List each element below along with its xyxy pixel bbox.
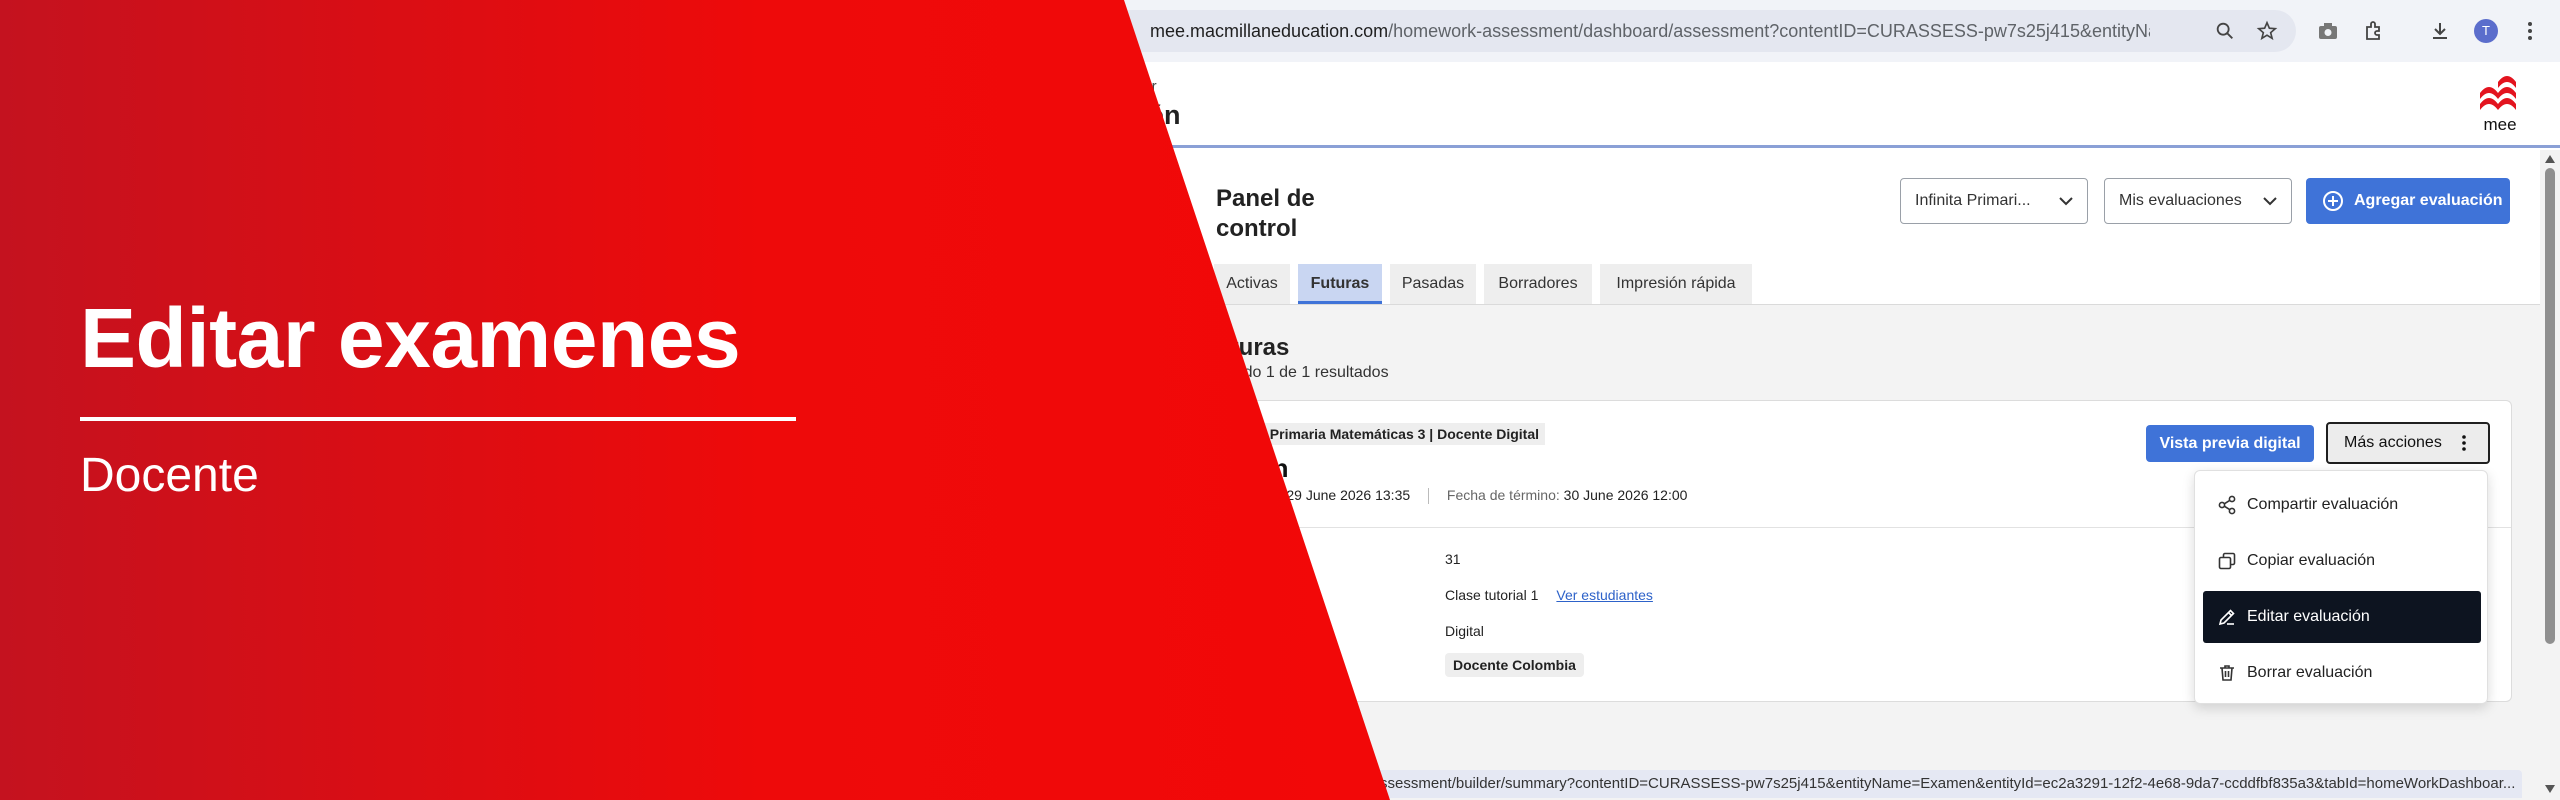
course-select-value: Infinita Primari... <box>1915 192 2031 209</box>
browser-toolbar: mee.macmillaneducation.com/homework-asse… <box>0 0 2560 62</box>
section-title: uturas <box>1216 334 1290 361</box>
page-title: Panel de control <box>1216 185 1315 242</box>
mee-logo-icon[interactable]: mee <box>2476 74 2524 134</box>
extensions-icon[interactable] <box>2362 19 2386 43</box>
detail-mode: Digital <box>1445 623 1484 639</box>
chevron-down-icon <box>2263 197 2277 206</box>
scroll-up-icon[interactable] <box>2544 154 2556 164</box>
course-badge: nita Primaria Matemáticas 3 | Docente Di… <box>1235 423 1546 445</box>
logo-text: mee <box>2483 115 2516 134</box>
menu-item-label: Copiar evaluación <box>2247 552 2376 569</box>
date-divider <box>1428 488 1430 505</box>
menu-item-edit[interactable]: Editar evaluación <box>2203 591 2481 643</box>
filter-select[interactable]: Mis evaluaciones <box>2104 178 2292 224</box>
more-actions-button[interactable]: Más acciones <box>2326 422 2490 464</box>
camera-icon[interactable] <box>2316 19 2340 43</box>
overlay-subtitle: Docente <box>80 449 259 502</box>
address-url[interactable]: mee.macmillaneducation.com/homework-asse… <box>1150 21 2150 42</box>
view-students-link[interactable]: Ver estudiantes <box>1556 587 1653 603</box>
menu-item-label: Borrar evaluación <box>2247 664 2373 681</box>
detail-author: Docente Colombia <box>1445 653 1584 677</box>
digital-preview-button[interactable]: Vista previa digital <box>2146 425 2314 462</box>
address-bar[interactable]: mee.macmillaneducation.com/homework-asse… <box>1110 10 2296 52</box>
status-bar-url: ssessment/builder/summary?contentID=CURA… <box>1290 770 2522 798</box>
class-name: Clase tutorial 1 <box>1445 587 1539 603</box>
start-date-label: e inicio: <box>1235 487 1283 503</box>
app-header: lar ión mee <box>0 62 2560 148</box>
browser-menu-icon[interactable] <box>2518 19 2542 43</box>
tab-activas[interactable]: Activas <box>1214 264 1290 304</box>
overlay-divider <box>80 417 796 421</box>
header-breadcrumb: lar <box>1140 78 1157 95</box>
end-date-label: Fecha de término: <box>1446 487 1560 503</box>
author-chip: Docente Colombia <box>1445 653 1584 677</box>
chevron-down-icon <box>2059 197 2073 206</box>
add-assessment-label: Agregar evaluación <box>2354 192 2503 209</box>
menu-item-copy[interactable]: Copiar evaluación <box>2203 535 2481 587</box>
tab-pasadas[interactable]: Pasadas <box>1390 264 1476 304</box>
menu-item-label: Editar evaluación <box>2247 608 2370 625</box>
overlay-title: Editar examenes <box>80 291 741 385</box>
scroll-down-icon[interactable] <box>2544 784 2556 794</box>
menu-item-delete[interactable]: Borrar evaluación <box>2203 647 2481 699</box>
assessment-dates: e inicio: 29 June 2026 13:35 Fecha de té… <box>1235 487 1688 505</box>
start-date-value: 29 June 2026 13:35 <box>1286 487 1411 503</box>
assessment-title: men <box>1235 453 1289 483</box>
url-host: mee.macmillaneducation.com <box>1150 21 1389 41</box>
tab-impresion-rapida[interactable]: Impresión rápida <box>1600 264 1752 304</box>
download-icon[interactable] <box>2428 19 2452 43</box>
share-icon <box>2218 495 2236 515</box>
kebab-menu-icon <box>2462 435 2466 451</box>
more-actions-label: Más acciones <box>2344 434 2442 451</box>
url-path: /homework-assessment/dashboard/assessmen… <box>1388 21 2150 41</box>
actions-menu: Compartir evaluación Copiar evaluación E… <box>2194 470 2488 704</box>
menu-item-label: Compartir evaluación <box>2247 496 2399 513</box>
tab-borradores[interactable]: Borradores <box>1484 264 1592 304</box>
trash-icon <box>2220 665 2234 681</box>
tab-futuras[interactable]: Futuras <box>1298 264 1382 304</box>
copy-icon <box>2218 552 2236 570</box>
menu-item-share[interactable]: Compartir evaluación <box>2203 479 2481 531</box>
end-date-value: 30 June 2026 12:00 <box>1563 487 1688 503</box>
detail-count: 31 <box>1445 551 1461 567</box>
results-count: trando 1 de 1 resultados <box>1216 364 1389 381</box>
course-select[interactable]: Infinita Primari... <box>1900 178 2088 224</box>
header-title: ión <box>1140 100 1181 130</box>
detail-class: Clase tutorial 1 Ver estudiantes <box>1445 587 1653 603</box>
add-assessment-button[interactable]: Agregar evaluación <box>2306 178 2510 224</box>
plus-circle-icon <box>2323 191 2343 211</box>
filter-select-value: Mis evaluaciones <box>2119 192 2242 209</box>
bookmark-star-icon[interactable] <box>2256 20 2278 42</box>
zoom-icon[interactable] <box>2214 20 2236 42</box>
profile-avatar[interactable]: T <box>2474 19 2498 43</box>
scrollbar-thumb[interactable] <box>2545 168 2555 644</box>
pencil-icon <box>2218 609 2235 626</box>
